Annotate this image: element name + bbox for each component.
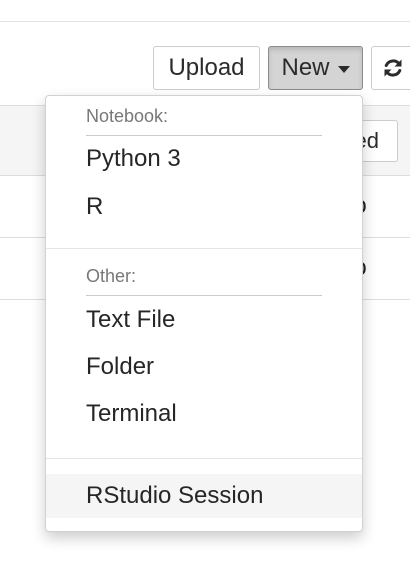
menu-item-text-file[interactable]: Text File bbox=[46, 298, 362, 342]
caret-down-icon bbox=[337, 66, 350, 73]
menu-item-folder[interactable]: Folder bbox=[46, 345, 362, 389]
notebook-section-header: Notebook: bbox=[86, 106, 169, 126]
other-section-header: Other: bbox=[86, 266, 137, 286]
new-button-label: New bbox=[281, 54, 330, 81]
menu-divider bbox=[46, 248, 362, 249]
menu-item-python3[interactable]: Python 3 bbox=[46, 137, 362, 181]
other-section-rule bbox=[86, 295, 322, 296]
upload-button-label: Upload bbox=[168, 54, 245, 81]
upload-button[interactable]: Upload bbox=[153, 46, 260, 90]
menu-item-r[interactable]: R bbox=[46, 185, 362, 229]
menu-divider bbox=[46, 458, 362, 459]
new-dropdown-menu: Notebook: Python 3 R Other: Text File Fo… bbox=[45, 95, 363, 532]
refresh-button[interactable] bbox=[371, 46, 410, 90]
top-divider bbox=[0, 21, 410, 22]
refresh-icon bbox=[382, 57, 404, 79]
notebook-section-rule bbox=[86, 135, 322, 136]
menu-item-rstudio-session[interactable]: RStudio Session bbox=[46, 474, 362, 518]
menu-item-terminal[interactable]: Terminal bbox=[46, 392, 362, 436]
new-dropdown-button[interactable]: New bbox=[268, 46, 363, 90]
